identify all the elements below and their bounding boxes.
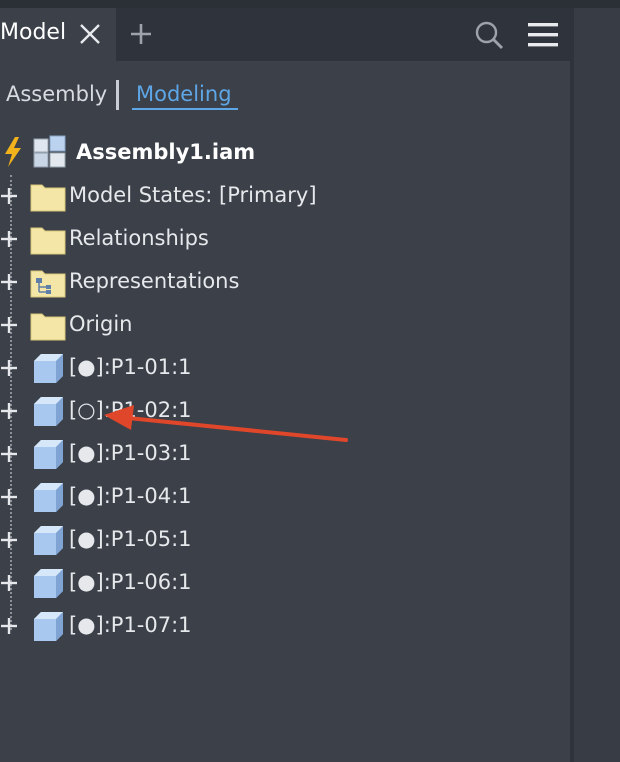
tree-item-label: [●]:P1-01:1 xyxy=(69,355,192,379)
folder-icon xyxy=(30,223,66,255)
folder-icon xyxy=(30,180,66,212)
tab-bar: Model xyxy=(0,8,570,61)
tree-item-origin[interactable]: Origin xyxy=(0,306,560,344)
tree-item-label: [●]:P1-07:1 xyxy=(69,613,192,637)
part-cube-icon xyxy=(30,438,66,470)
tree-item-label: Origin xyxy=(69,312,133,336)
part-cube-icon xyxy=(30,395,66,427)
tree-item-part-suppressed[interactable]: [○]:P1-02:1 xyxy=(0,392,560,430)
tree-item-label: [●]:P1-04:1 xyxy=(69,484,192,508)
mode-assembly-link[interactable]: Assembly xyxy=(6,82,107,106)
tree-item-part[interactable]: [●]:P1-06:1 xyxy=(0,564,560,602)
tree-root-label: Assembly1.iam xyxy=(76,140,256,164)
part-cube-icon xyxy=(30,352,66,384)
hamburger-menu-icon[interactable] xyxy=(527,21,559,49)
tree-root-assembly[interactable]: Assembly1.iam xyxy=(0,134,560,172)
plus-icon[interactable] xyxy=(129,22,153,46)
expand-plus-icon[interactable] xyxy=(0,531,18,549)
browser-window: Model Assembly Modeling Assembly1.iam Mo… xyxy=(0,0,620,762)
tree-item-label: Representations xyxy=(69,269,240,293)
expand-plus-icon[interactable] xyxy=(0,359,18,377)
expand-plus-icon[interactable] xyxy=(0,488,18,506)
tree-item-part[interactable]: [●]:P1-07:1 xyxy=(0,607,560,645)
search-icon[interactable] xyxy=(474,20,504,50)
expand-plus-icon[interactable] xyxy=(0,316,18,334)
expand-plus-icon[interactable] xyxy=(0,273,18,291)
mode-separator xyxy=(116,80,119,110)
close-icon[interactable] xyxy=(78,22,102,46)
lightning-icon xyxy=(2,136,24,168)
graphics-area[interactable] xyxy=(574,8,620,762)
tab-model-label: Model xyxy=(0,20,67,45)
tree-item-relationships[interactable]: Relationships xyxy=(0,220,560,258)
active-mode-underline xyxy=(132,108,238,110)
tree-item-label: [○]:P1-02:1 xyxy=(69,398,192,422)
tab-model[interactable]: Model xyxy=(0,8,116,61)
expand-plus-icon[interactable] xyxy=(0,445,18,463)
top-strip xyxy=(0,0,620,8)
tree-item-part[interactable]: [●]:P1-05:1 xyxy=(0,521,560,559)
expand-plus-icon[interactable] xyxy=(0,230,18,248)
expand-plus-icon[interactable] xyxy=(0,402,18,420)
tree-item-part[interactable]: [●]:P1-01:1 xyxy=(0,349,560,387)
expand-plus-icon[interactable] xyxy=(0,187,18,205)
expand-plus-icon[interactable] xyxy=(0,617,18,635)
tree-item-part[interactable]: [●]:P1-04:1 xyxy=(0,478,560,516)
browser-mode-switch: Assembly Modeling xyxy=(0,78,570,114)
tree-item-label: Model States: [Primary] xyxy=(69,183,317,207)
part-cube-icon xyxy=(30,524,66,556)
tree-item-model-states[interactable]: Model States: [Primary] xyxy=(0,177,560,215)
mode-modeling-link[interactable]: Modeling xyxy=(136,82,232,106)
tree-item-label: [●]:P1-05:1 xyxy=(69,527,192,551)
part-cube-icon xyxy=(30,610,66,642)
assembly-icon xyxy=(32,135,68,169)
tree-item-label: [●]:P1-03:1 xyxy=(69,441,192,465)
tree-item-part[interactable]: [●]:P1-03:1 xyxy=(0,435,560,473)
folder-icon xyxy=(30,309,66,341)
part-cube-icon xyxy=(30,567,66,599)
tree-item-representations[interactable]: Representations xyxy=(0,263,560,301)
expand-plus-icon[interactable] xyxy=(0,574,18,592)
tree-item-label: Relationships xyxy=(69,226,209,250)
tree-item-label: [●]:P1-06:1 xyxy=(69,570,192,594)
representations-folder-icon xyxy=(30,266,66,298)
part-cube-icon xyxy=(30,481,66,513)
